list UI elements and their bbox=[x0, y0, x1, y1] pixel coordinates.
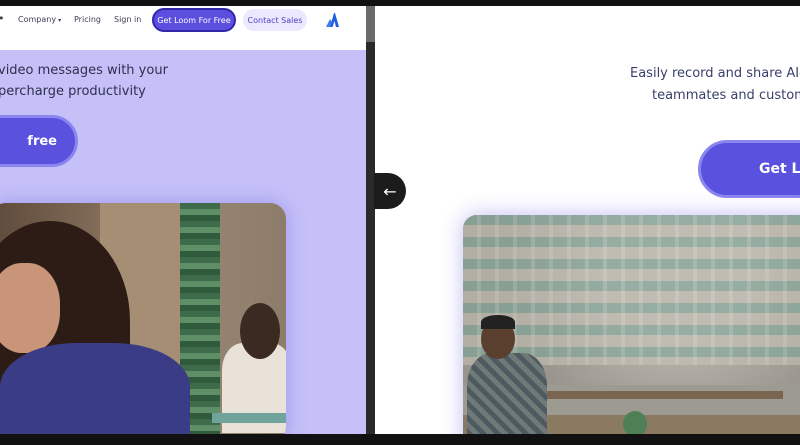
atlassian-logo-icon[interactable] bbox=[324, 9, 344, 29]
hero-photo bbox=[0, 203, 286, 434]
nav-pricing[interactable]: Pricing bbox=[74, 15, 101, 24]
photo-man-hair bbox=[481, 315, 515, 329]
hero-subtitle-line-2: percharge productivity bbox=[0, 84, 146, 99]
hero-subtitle-line-1-right: Easily record and share AI-p bbox=[630, 66, 800, 81]
photo-woman-body bbox=[0, 343, 190, 434]
nav-bullet: • bbox=[0, 12, 5, 25]
contact-sales-button[interactable]: Contact Sales bbox=[243, 9, 307, 31]
photo-shelf-right bbox=[543, 391, 783, 399]
divider-scroll-thumb[interactable] bbox=[366, 6, 375, 42]
hero-subtitle-line-2-right: teammates and custome bbox=[652, 88, 800, 103]
get-loom-free-button[interactable]: Get Loom For Free bbox=[152, 8, 236, 32]
photo-table bbox=[212, 413, 286, 423]
hero-subtitle-line-1: video messages with your bbox=[0, 63, 168, 78]
chevron-down-icon: ▾ bbox=[58, 17, 62, 24]
photo-person2-hair bbox=[240, 303, 280, 359]
right-pane: Easily record and share AI-p teammates a… bbox=[375, 6, 800, 434]
window-bottom-bar bbox=[0, 434, 800, 445]
top-navbar: • Company▾ Pricing Sign in Get Loom For … bbox=[0, 6, 366, 50]
compare-divider[interactable] bbox=[366, 6, 375, 434]
photo-woman-face bbox=[0, 263, 60, 353]
photo-plant bbox=[623, 411, 647, 434]
nav-signin[interactable]: Sign in bbox=[114, 15, 141, 24]
left-pane: • Company▾ Pricing Sign in Get Loom For … bbox=[0, 6, 366, 434]
hero-cta-button[interactable]: free bbox=[0, 115, 78, 167]
nav-company[interactable]: Company ▾ bbox=[18, 15, 61, 24]
nav-company-label: Company bbox=[18, 15, 57, 24]
hero-photo-right bbox=[463, 215, 800, 434]
photo-man-body bbox=[467, 353, 547, 434]
hero-cta-button-right[interactable]: Get Loo bbox=[698, 140, 800, 198]
